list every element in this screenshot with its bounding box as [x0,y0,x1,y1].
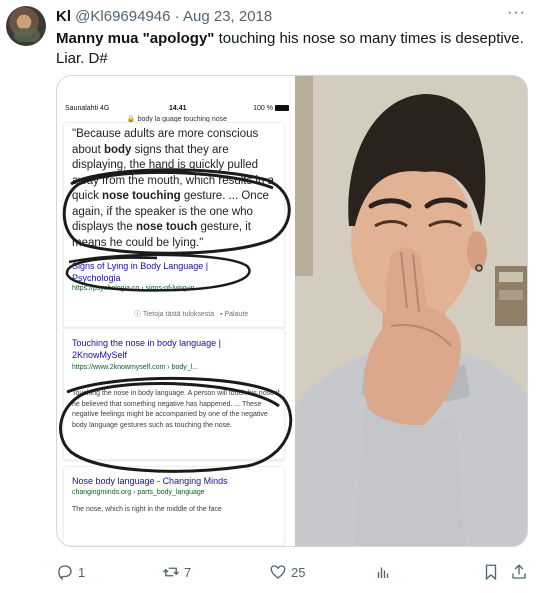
info-icon: ⓘ [134,311,141,318]
result-1-link[interactable]: Signs of Lying in Body Language | Psycho… [72,260,242,284]
status-time: 14.41 [169,105,187,112]
search-screenshot[interactable]: Saunalahti 4G 14.41 100 % 🔒 body la guag… [57,76,293,546]
tweet-media[interactable]: Saunalahti 4G 14.41 100 % 🔒 body la guag… [56,75,528,547]
more-horizontal-icon[interactable]: ··· [507,4,526,22]
about-result-label[interactable]: Tietoja tästä tuloksesta [143,311,214,318]
heart-icon [270,565,286,579]
result-3-url[interactable]: changingminds.org › parts_body_language [72,489,205,496]
carrier-label: Saunalahti 4G [65,105,110,112]
result-2-link[interactable]: Touching the nose in body language | 2Kn… [72,337,252,361]
bookmark-icon [485,564,497,581]
retweet-button[interactable]: 7 [162,562,191,582]
tweet: Kl @Kl69694946 · Aug 23, 2018 ··· Manny … [0,0,540,593]
share-icon [512,564,526,579]
result-1-snippet: "Because adults are more conscious about… [72,127,282,251]
snippet-bold: nose touch [135,221,198,233]
tweet-text-bold: Manny mua "apology" [56,30,215,47]
result-2-url[interactable]: https://www.2knowmyself.com › body_l... [72,364,198,371]
tweet-actions: 1 7 25 [56,562,530,582]
result-3-link[interactable]: Nose body language - Changing Minds [72,475,282,487]
search-result-1: "Because adults are more conscious about… [63,122,285,328]
reply-icon [58,565,72,581]
person-touching-nose-illustration [295,76,527,546]
battery-label: 100 % [253,105,273,112]
bookmark-button[interactable] [482,562,500,582]
analytics-icon [377,567,389,578]
result-2-snippet: Touching the nose in body language. A pe… [72,390,280,429]
views-button[interactable] [374,562,392,582]
feedback-label[interactable]: Palaute [224,311,248,318]
display-name[interactable]: Kl [56,8,71,25]
snippet-bold: nose touching [102,190,181,202]
tweet-text: Manny mua "apology" touching his nose so… [56,29,524,69]
battery-icon [275,105,289,112]
video-still-photo[interactable] [295,76,527,546]
result-1-feedback-row: ⓘ Tietoja tästä tuloksesta ▪ Palaute [134,309,248,319]
retweet-icon [163,567,179,577]
search-result-3: Nose body language - Changing Minds chan… [63,466,285,546]
timestamp[interactable]: Aug 23, 2018 [183,8,272,25]
reply-count: 1 [78,564,86,580]
reply-button[interactable]: 1 [56,562,85,582]
avatar[interactable] [6,6,46,46]
battery-indicator: 100 % [253,105,289,112]
like-button[interactable]: 25 [269,562,305,582]
tweet-header: Kl @Kl69694946 · Aug 23, 2018 ··· [56,4,526,28]
separator: · [174,8,180,25]
result-1-url[interactable]: https://psychologia.co › signs-of-lying-… [72,285,200,292]
share-button[interactable] [510,562,528,582]
like-count: 25 [291,564,306,580]
search-result-2: Touching the nose in body language | 2Kn… [63,328,285,460]
snippet-bold: body [103,143,132,156]
feedback-icon: ▪ [220,311,223,318]
result-3-snippet: The nose, which is right in the middle o… [72,506,222,513]
retweet-count: 7 [184,564,192,580]
handle[interactable]: @Kl69694946 [75,8,170,25]
